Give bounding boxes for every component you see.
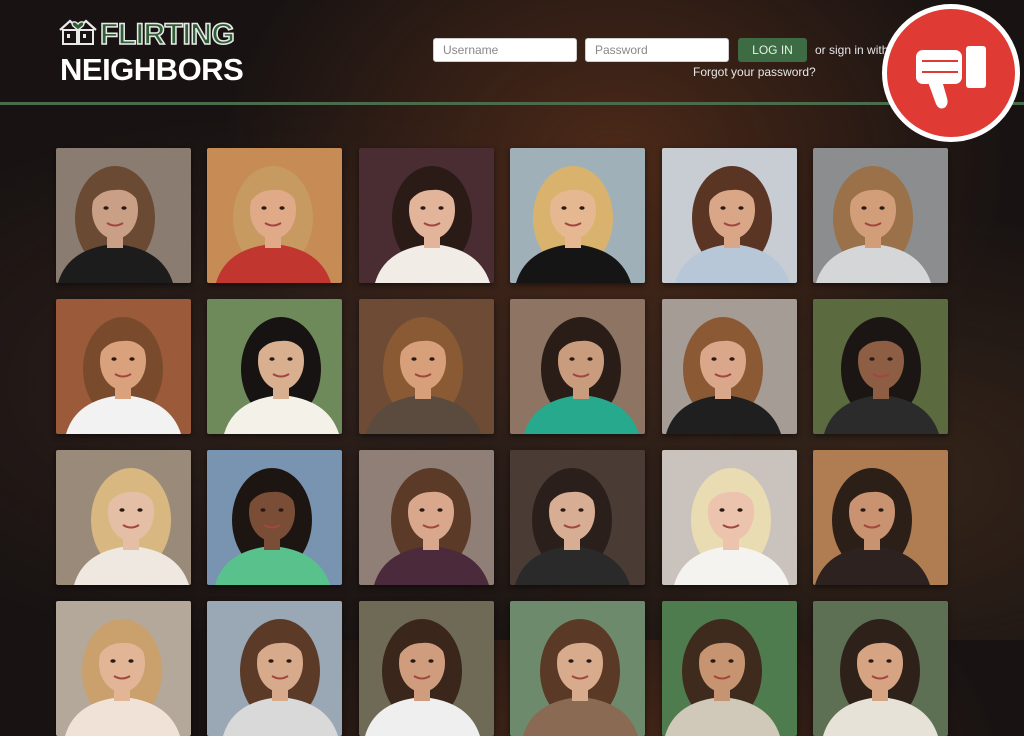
profile-photo-card[interactable] <box>662 601 797 736</box>
profile-photo <box>56 601 191 736</box>
username-input[interactable] <box>433 38 577 62</box>
profile-photo <box>359 299 494 434</box>
profile-photo <box>56 148 191 283</box>
profile-photo-card[interactable] <box>813 450 948 585</box>
site-header: FLIRTING NEIGHBORS LOG IN or sign in wit… <box>0 0 1024 104</box>
profile-photo-card[interactable] <box>813 601 948 736</box>
profile-photo-card[interactable] <box>56 601 191 736</box>
site-logo[interactable]: FLIRTING NEIGHBORS <box>58 14 248 88</box>
password-input[interactable] <box>585 38 729 62</box>
profile-photo-card[interactable] <box>662 299 797 434</box>
profile-photo <box>510 299 645 434</box>
profile-photo <box>207 450 342 585</box>
profile-photo <box>207 148 342 283</box>
profile-photo-card[interactable] <box>813 148 948 283</box>
social-signin-label: or sign in with <box>815 43 889 57</box>
profile-photo <box>207 299 342 434</box>
profile-photo-card[interactable] <box>207 148 342 283</box>
profile-photo <box>56 450 191 585</box>
profile-photo <box>510 601 645 736</box>
profile-photo-card[interactable] <box>359 299 494 434</box>
profile-photo <box>207 601 342 736</box>
profile-photo <box>510 450 645 585</box>
profile-photo-card[interactable] <box>662 450 797 585</box>
profile-photo-card[interactable] <box>56 299 191 434</box>
profile-photo <box>359 450 494 585</box>
profile-photo <box>813 601 948 736</box>
profile-photo-card[interactable] <box>510 299 645 434</box>
profile-photo <box>56 299 191 434</box>
house-icon <box>59 19 97 45</box>
profile-photo-card[interactable] <box>359 450 494 585</box>
thumbs-down-icon <box>916 46 986 109</box>
profile-photo-card[interactable] <box>510 601 645 736</box>
profile-photo-card[interactable] <box>207 601 342 736</box>
profile-photo-card[interactable] <box>813 299 948 434</box>
profile-photo-card[interactable] <box>359 601 494 736</box>
thumbs-down-badge <box>882 4 1020 142</box>
profile-photo-card[interactable] <box>56 148 191 283</box>
profile-photo <box>359 601 494 736</box>
profile-photo-card[interactable] <box>359 148 494 283</box>
profile-photo <box>662 148 797 283</box>
profile-photo <box>359 148 494 283</box>
profile-photo <box>662 450 797 585</box>
logo-text-line1: FLIRTING <box>99 17 235 52</box>
profile-photo <box>662 299 797 434</box>
profile-photo <box>813 148 948 283</box>
profile-photo <box>662 601 797 736</box>
profile-photo-card[interactable] <box>207 299 342 434</box>
profile-photo <box>813 299 948 434</box>
profile-photo-card[interactable] <box>510 450 645 585</box>
logo-text-line2: NEIGHBORS <box>60 52 244 87</box>
profile-photo-card[interactable] <box>56 450 191 585</box>
profile-photo-card[interactable] <box>510 148 645 283</box>
header-divider <box>0 102 1024 105</box>
profile-photo <box>510 148 645 283</box>
login-button[interactable]: LOG IN <box>738 38 807 62</box>
profile-photo <box>813 450 948 585</box>
profile-photo-card[interactable] <box>207 450 342 585</box>
forgot-password-link[interactable]: Forgot your password? <box>693 65 816 79</box>
profile-photo-card[interactable] <box>662 148 797 283</box>
